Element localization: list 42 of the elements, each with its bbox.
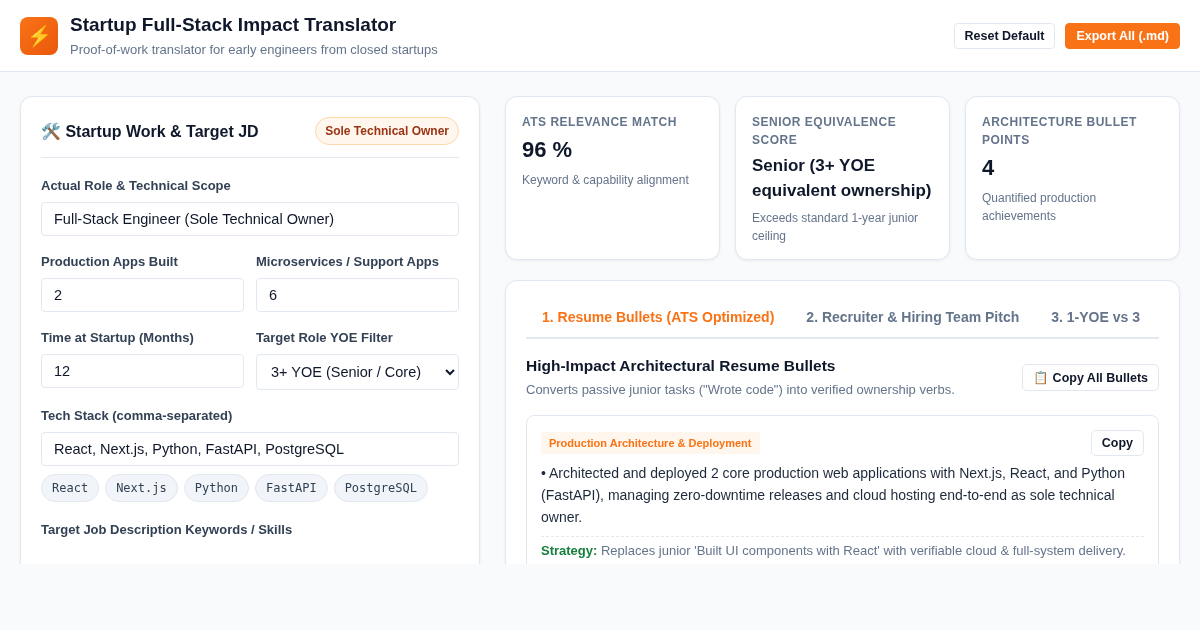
bullet-text: • Architected and deployed 2 core production web applications with Next.js, React, and Python (FastAPI), managing zero-downtime releases and cloud hosting end-to-end as sole technical owner. bbox=[541, 462, 1144, 537]
stat-label: SENIOR EQUIVALENCE SCORE bbox=[752, 114, 898, 149]
tech-tag: FastAPI bbox=[255, 474, 328, 502]
lightning-logo-icon: ⚡ bbox=[20, 16, 58, 55]
stat-value: 4 bbox=[982, 154, 996, 182]
stat-value: Senior (3+ YOE equivalent ownership) bbox=[752, 155, 933, 202]
tech-tag: React bbox=[41, 474, 100, 502]
field-label: Microservices / Support Apps bbox=[256, 254, 440, 269]
stat-label: ATS RELEVANCE MATCH bbox=[522, 114, 678, 131]
input-field[interactable]: React, Next.js, Python, FastAPI, PostgreSQL bbox=[41, 432, 459, 466]
input-field[interactable]: Full-Stack Engineer (Sole Technical Owner) bbox=[41, 202, 459, 236]
stat-value: 96 % bbox=[522, 136, 574, 164]
field-label: Actual Role & Technical Scope bbox=[41, 178, 232, 193]
input-field[interactable]: 12 bbox=[41, 354, 244, 388]
yoe-select[interactable]: 3+ YOE (Senior / Core) bbox=[256, 354, 459, 390]
stat-note: Exceeds standard 1-year junior ceiling bbox=[752, 210, 920, 245]
form-title: 🛠 Startup Work & Target JD bbox=[41, 121, 259, 141]
tech-tag: Next.js bbox=[105, 474, 178, 502]
copy-all-button[interactable]: 📋 Copy All Bullets bbox=[1022, 363, 1159, 391]
tech-tag: Python bbox=[183, 474, 250, 502]
section-title: High-Impact Architectural Resume Bullets bbox=[526, 357, 837, 375]
app-title: Startup Full-Stack Impact Translator bbox=[70, 14, 398, 36]
field-label: Target Role YOE Filter bbox=[256, 330, 394, 345]
reset-button[interactable]: Reset Default bbox=[953, 22, 1056, 49]
input-field[interactable]: 2 bbox=[41, 278, 244, 312]
tab[interactable]: 3. 1-YOE vs 3 bbox=[1035, 297, 1156, 337]
stat-label: ARCHITECTURE BULLET POINTS bbox=[982, 114, 1138, 149]
input-field[interactable]: 6 bbox=[256, 278, 459, 312]
field-label: Production Apps Built bbox=[41, 254, 179, 269]
tech-tag: PostgreSQL bbox=[333, 474, 428, 502]
field-label: Target Job Description Keywords / Skills bbox=[41, 522, 294, 537]
strategy-text: Strategy: Replaces junior 'Built UI components with React' with verifiable cloud & full-system delivery. bbox=[541, 543, 1127, 558]
app-subtitle: Proof-of-work translator for early engineers from closed startups bbox=[70, 42, 438, 57]
stat-note: Keyword & capability alignment bbox=[522, 172, 690, 189]
category-tag: Production Architecture & Deployment bbox=[541, 432, 760, 454]
stat-note: Quantified production achievements bbox=[982, 190, 1098, 225]
field-label: Tech Stack (comma-separated) bbox=[41, 408, 234, 423]
tab[interactable]: 2. Recruiter & Hiring Team Pitch bbox=[790, 297, 1036, 337]
field-label: Time at Startup (Months) bbox=[41, 330, 195, 345]
section-subtitle: Converts passive junior tasks ("Wrote code") into verified ownership verbs. bbox=[526, 382, 955, 397]
owner-badge: Sole Technical Owner bbox=[315, 117, 459, 145]
copy-button[interactable]: Copy bbox=[1090, 430, 1144, 456]
